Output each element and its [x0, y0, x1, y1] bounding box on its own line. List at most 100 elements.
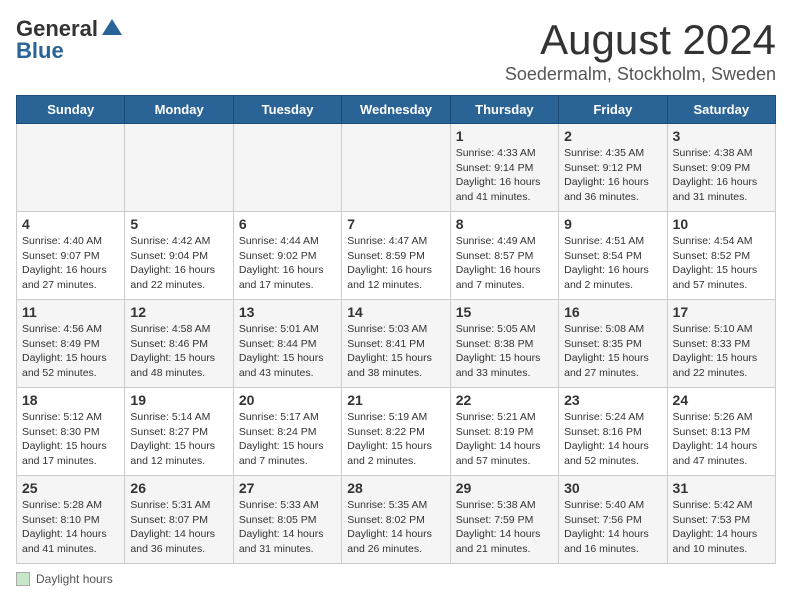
cell-info: Sunrise: 4:44 AM Sunset: 9:02 PM Dayligh… — [239, 234, 336, 293]
day-number: 25 — [22, 480, 119, 496]
cell-info: Sunrise: 5:05 AM Sunset: 8:38 PM Dayligh… — [456, 322, 553, 381]
cell-info: Sunrise: 5:08 AM Sunset: 8:35 PM Dayligh… — [564, 322, 661, 381]
calendar-cell: 29 Sunrise: 5:38 AM Sunset: 7:59 PM Dayli… — [450, 476, 558, 564]
column-header-sunday: Sunday — [17, 96, 125, 124]
day-number: 28 — [347, 480, 444, 496]
calendar-cell: 19Sunrise: 5:14 AM Sunset: 8:27 PM Dayli… — [125, 388, 233, 476]
logo: General Blue — [16, 16, 124, 64]
day-number: 17 — [673, 304, 770, 320]
logo-icon — [100, 17, 124, 41]
cell-info: Sunrise: 5:31 AM Sunset: 8:07 PM Dayligh… — [130, 498, 227, 557]
cell-info: Sunrise: 5:19 AM Sunset: 8:22 PM Dayligh… — [347, 410, 444, 469]
calendar-cell: 24 Sunrise: 5:26 AM Sunset: 8:13 PM Dayli… — [667, 388, 775, 476]
cell-info: Sunrise: 5:24 AM Sunset: 8:16 PM Dayligh… — [564, 410, 661, 469]
calendar-table: SundayMondayTuesdayWednesdayThursdayFrid… — [16, 95, 776, 564]
column-header-saturday: Saturday — [667, 96, 775, 124]
cell-info: Sunrise: 4:58 AM Sunset: 8:46 PM Dayligh… — [130, 322, 227, 381]
day-number: 16 — [564, 304, 661, 320]
cell-info: Sunrise: 5:40 AM Sunset: 7:56 PM Dayligh… — [564, 498, 661, 557]
day-number: 27 — [239, 480, 336, 496]
calendar-cell: 30Sunrise: 5:40 AM Sunset: 7:56 PM Dayli… — [559, 476, 667, 564]
legend-label: Daylight hours — [36, 572, 113, 586]
calendar-cell: 1Sunrise: 4:33 AM Sunset: 9:14 PM Daylig… — [450, 124, 558, 212]
day-number: 15 — [456, 304, 553, 320]
calendar-cell: 22 Sunrise: 5:21 AM Sunset: 8:19 PM Dayli… — [450, 388, 558, 476]
calendar-cell: 2 Sunrise: 4:35 AM Sunset: 9:12 PM Daylig… — [559, 124, 667, 212]
calendar-cell: 4Sunrise: 4:40 AM Sunset: 9:07 PM Daylig… — [17, 212, 125, 300]
calendar-header-row: SundayMondayTuesdayWednesdayThursdayFrid… — [17, 96, 776, 124]
calendar-cell: 11 Sunrise: 4:56 AM Sunset: 8:49 PM Dayli… — [17, 300, 125, 388]
calendar-cell: 18Sunrise: 5:12 AM Sunset: 8:30 PM Dayli… — [17, 388, 125, 476]
day-number: 21 — [347, 392, 444, 408]
day-number: 3 — [673, 128, 770, 144]
legend: Daylight hours — [16, 572, 776, 586]
cell-info: Sunrise: 4:33 AM Sunset: 9:14 PM Dayligh… — [456, 146, 553, 205]
column-header-thursday: Thursday — [450, 96, 558, 124]
day-number: 10 — [673, 216, 770, 232]
week-row-4: 18Sunrise: 5:12 AM Sunset: 8:30 PM Dayli… — [17, 388, 776, 476]
day-number: 14 — [347, 304, 444, 320]
cell-info: Sunrise: 5:26 AM Sunset: 8:13 PM Dayligh… — [673, 410, 770, 469]
calendar-cell — [125, 124, 233, 212]
calendar-cell: 5Sunrise: 4:42 AM Sunset: 9:04 PM Daylig… — [125, 212, 233, 300]
day-number: 8 — [456, 216, 553, 232]
column-header-tuesday: Tuesday — [233, 96, 341, 124]
calendar-cell: 21 Sunrise: 5:19 AM Sunset: 8:22 PM Dayli… — [342, 388, 450, 476]
page-header: General Blue August 2024 Soedermalm, Sto… — [16, 16, 776, 85]
day-number: 26 — [130, 480, 227, 496]
day-number: 7 — [347, 216, 444, 232]
day-number: 6 — [239, 216, 336, 232]
calendar-cell: 20 Sunrise: 5:17 AM Sunset: 8:24 PM Dayli… — [233, 388, 341, 476]
calendar-cell: 9Sunrise: 4:51 AM Sunset: 8:54 PM Daylig… — [559, 212, 667, 300]
calendar-cell: 16 Sunrise: 5:08 AM Sunset: 8:35 PM Dayli… — [559, 300, 667, 388]
day-number: 11 — [22, 304, 119, 320]
cell-info: Sunrise: 5:12 AM Sunset: 8:30 PM Dayligh… — [22, 410, 119, 469]
calendar-cell: 10 Sunrise: 4:54 AM Sunset: 8:52 PM Dayli… — [667, 212, 775, 300]
calendar-cell: 3 Sunrise: 4:38 AM Sunset: 9:09 PM Daylig… — [667, 124, 775, 212]
day-number: 13 — [239, 304, 336, 320]
day-number: 22 — [456, 392, 553, 408]
column-header-wednesday: Wednesday — [342, 96, 450, 124]
cell-info: Sunrise: 5:01 AM Sunset: 8:44 PM Dayligh… — [239, 322, 336, 381]
day-number: 12 — [130, 304, 227, 320]
day-number: 20 — [239, 392, 336, 408]
cell-info: Sunrise: 5:35 AM Sunset: 8:02 PM Dayligh… — [347, 498, 444, 557]
calendar-cell: 13 Sunrise: 5:01 AM Sunset: 8:44 PM Dayli… — [233, 300, 341, 388]
day-number: 29 — [456, 480, 553, 496]
cell-info: Sunrise: 5:17 AM Sunset: 8:24 PM Dayligh… — [239, 410, 336, 469]
cell-info: Sunrise: 5:10 AM Sunset: 8:33 PM Dayligh… — [673, 322, 770, 381]
calendar-subtitle: Soedermalm, Stockholm, Sweden — [505, 64, 776, 85]
calendar-cell: 7 Sunrise: 4:47 AM Sunset: 8:59 PM Daylig… — [342, 212, 450, 300]
calendar-cell: 17 Sunrise: 5:10 AM Sunset: 8:33 PM Dayli… — [667, 300, 775, 388]
day-number: 2 — [564, 128, 661, 144]
week-row-2: 4Sunrise: 4:40 AM Sunset: 9:07 PM Daylig… — [17, 212, 776, 300]
cell-info: Sunrise: 4:38 AM Sunset: 9:09 PM Dayligh… — [673, 146, 770, 205]
calendar-cell: 25 Sunrise: 5:28 AM Sunset: 8:10 PM Dayli… — [17, 476, 125, 564]
cell-info: Sunrise: 4:42 AM Sunset: 9:04 PM Dayligh… — [130, 234, 227, 293]
calendar-cell: 12 Sunrise: 4:58 AM Sunset: 8:46 PM Dayli… — [125, 300, 233, 388]
calendar-cell: 31Sunrise: 5:42 AM Sunset: 7:53 PM Dayli… — [667, 476, 775, 564]
calendar-cell: 15 Sunrise: 5:05 AM Sunset: 8:38 PM Dayli… — [450, 300, 558, 388]
calendar-cell: 27Sunrise: 5:33 AM Sunset: 8:05 PM Dayli… — [233, 476, 341, 564]
calendar-cell — [233, 124, 341, 212]
cell-info: Sunrise: 4:54 AM Sunset: 8:52 PM Dayligh… — [673, 234, 770, 293]
title-block: August 2024 Soedermalm, Stockholm, Swede… — [505, 16, 776, 85]
calendar-cell: 14 Sunrise: 5:03 AM Sunset: 8:41 PM Dayli… — [342, 300, 450, 388]
cell-info: Sunrise: 5:38 AM Sunset: 7:59 PM Dayligh… — [456, 498, 553, 557]
column-header-monday: Monday — [125, 96, 233, 124]
cell-info: Sunrise: 5:28 AM Sunset: 8:10 PM Dayligh… — [22, 498, 119, 557]
cell-info: Sunrise: 5:03 AM Sunset: 8:41 PM Dayligh… — [347, 322, 444, 381]
cell-info: Sunrise: 5:21 AM Sunset: 8:19 PM Dayligh… — [456, 410, 553, 469]
day-number: 24 — [673, 392, 770, 408]
cell-info: Sunrise: 4:51 AM Sunset: 8:54 PM Dayligh… — [564, 234, 661, 293]
cell-info: Sunrise: 4:47 AM Sunset: 8:59 PM Dayligh… — [347, 234, 444, 293]
calendar-cell — [17, 124, 125, 212]
day-number: 19 — [130, 392, 227, 408]
calendar-cell: 28 Sunrise: 5:35 AM Sunset: 8:02 PM Dayli… — [342, 476, 450, 564]
calendar-cell — [342, 124, 450, 212]
day-number: 23 — [564, 392, 661, 408]
cell-info: Sunrise: 4:35 AM Sunset: 9:12 PM Dayligh… — [564, 146, 661, 205]
week-row-3: 11 Sunrise: 4:56 AM Sunset: 8:49 PM Dayli… — [17, 300, 776, 388]
cell-info: Sunrise: 4:56 AM Sunset: 8:49 PM Dayligh… — [22, 322, 119, 381]
calendar-cell: 8Sunrise: 4:49 AM Sunset: 8:57 PM Daylig… — [450, 212, 558, 300]
